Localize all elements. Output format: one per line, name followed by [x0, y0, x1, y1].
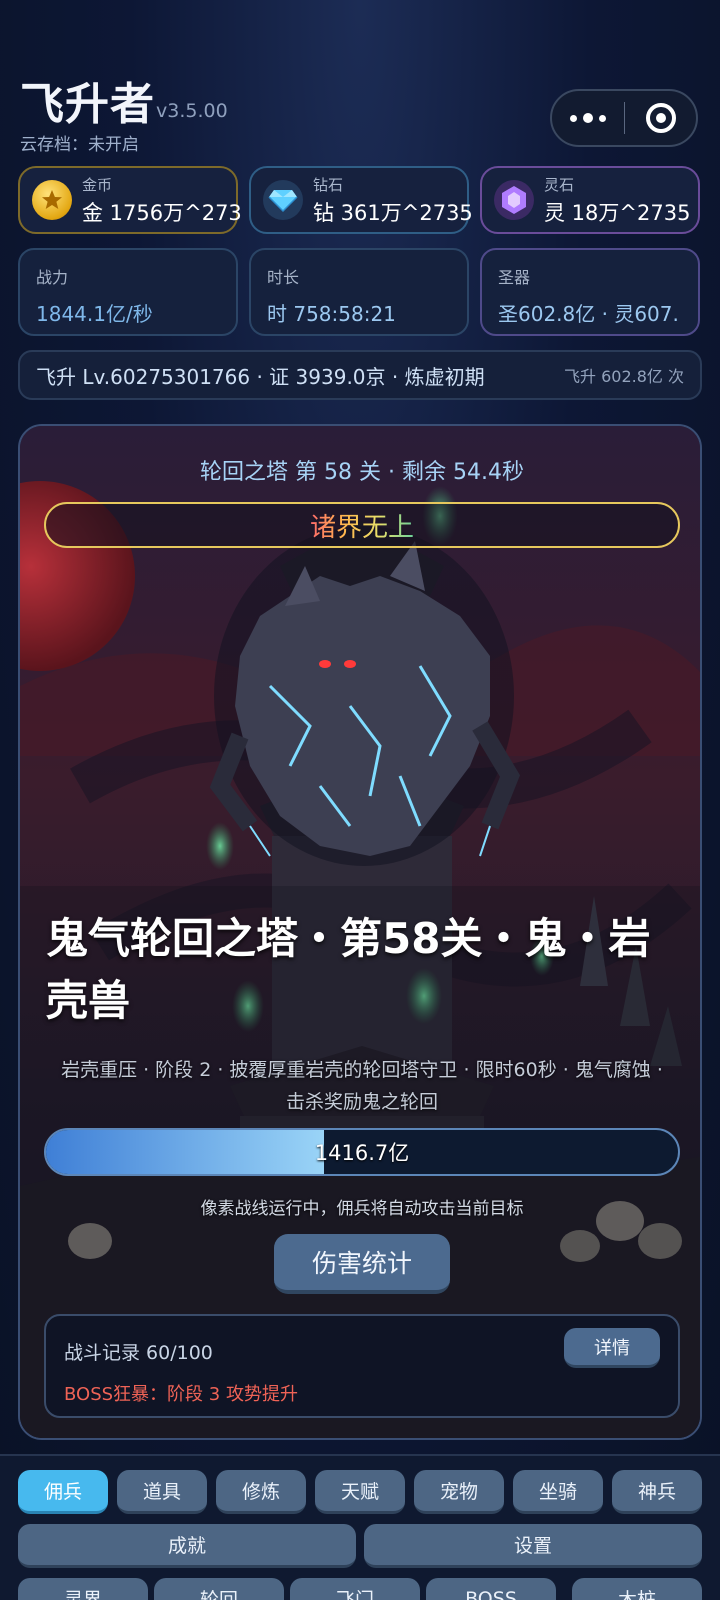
tab-mount[interactable]: 坐骑: [513, 1470, 603, 1514]
gold-card[interactable]: 金币 金 1756万^273: [18, 166, 242, 234]
tab-talent[interactable]: 天赋: [315, 1470, 405, 1514]
power-card: 战力 1844.1亿/秒: [18, 248, 238, 336]
ascension-bar: 飞升 Lv.60275301766 · 证 3939.0京 · 炼虚初期 飞升 …: [18, 350, 702, 400]
gold-coin-icon: [32, 180, 72, 220]
diamond-icon: [263, 180, 303, 220]
more-dot-icon: [599, 114, 606, 122]
miniprogram-capsule: [550, 89, 698, 147]
tab-items[interactable]: 道具: [117, 1470, 207, 1514]
battle-log-count: 战斗记录 60/100: [64, 1342, 213, 1364]
power-label: 战力: [36, 268, 69, 287]
app-title: 飞升者: [20, 79, 155, 130]
diamond-value: 钻 361万^2735: [313, 200, 473, 225]
spirit-stone-card[interactable]: 灵石 灵 18万^2735: [480, 166, 700, 234]
battle-hint: 像素战线运行中，佣兵将自动攻击当前目标: [200, 1199, 524, 1219]
duration-label: 时长: [267, 268, 300, 287]
artifact-card: 圣器 圣602.8亿 · 灵607.: [480, 248, 700, 336]
spirit-stone-label: 灵石: [544, 175, 575, 194]
duration-value: 时 758:58:21: [267, 302, 396, 326]
more-dot-icon: [570, 114, 577, 122]
battle-log-detail-button[interactable]: 详情: [564, 1328, 660, 1368]
tab-mercenary[interactable]: 佣兵: [18, 1470, 108, 1514]
spirit-stone-icon: [494, 180, 534, 220]
tab-settings[interactable]: 设置: [364, 1524, 702, 1568]
battle-log-warning: BOSS狂暴：阶段 3 攻势提升: [64, 1384, 298, 1405]
tab-boss[interactable]: BOSS: [426, 1578, 556, 1600]
tab-ascension-gate[interactable]: 飞门: [290, 1578, 420, 1600]
more-menu-button[interactable]: [552, 91, 624, 145]
ascension-level: 飞升 Lv.60275301766 · 证 3939.0京 · 炼虚初期: [36, 364, 485, 389]
more-dot-icon: [583, 113, 593, 123]
tab-cultivation[interactable]: 修炼: [216, 1470, 306, 1514]
tab-training-dummy[interactable]: 木桩: [572, 1578, 702, 1600]
rank-title-badge: 诸界无上: [44, 502, 680, 548]
target-circle-icon: [645, 103, 676, 133]
boss-name: 鬼气轮回之塔・第58关・鬼・岩壳兽: [46, 914, 651, 1025]
gold-value: 金 1756万^273: [82, 200, 242, 225]
boss-hp-text: 1416.7亿: [314, 1141, 410, 1165]
boss-description: 岩壳重压 · 阶段 2 · 披覆厚重岩壳的轮回塔守卫 · 限时60秒 · 鬼气腐…: [61, 1059, 663, 1113]
spirit-stone-value: 灵 18万^2735: [544, 200, 691, 225]
app-version: v3.5.00: [156, 100, 228, 122]
ascension-count: 飞升 602.8亿 次: [564, 367, 684, 386]
damage-stats-button[interactable]: 伤害统计: [274, 1234, 450, 1294]
battle-panel: 轮回之塔 第 58 关 · 剩余 54.4秒 诸界无上 鬼气轮回之塔・第58关・…: [18, 424, 702, 1440]
gold-label: 金币: [82, 175, 113, 194]
power-value: 1844.1亿/秒: [36, 302, 153, 326]
tab-reincarnation[interactable]: 轮回: [154, 1578, 284, 1600]
diamond-label: 钻石: [313, 175, 344, 194]
app-page: 飞升者 v3.5.00 云存档：未开启 金币 金 1756万^273 钻石 钻 …: [0, 0, 720, 1600]
tab-spirit-realm[interactable]: 灵界: [18, 1578, 148, 1600]
boss-hp-bar: 1416.7亿: [44, 1128, 680, 1176]
cloud-save-status: 云存档：未开启: [20, 135, 139, 155]
diamond-card[interactable]: 钻石 钻 361万^2735: [249, 166, 473, 234]
artifact-value: 圣602.8亿 · 灵607.: [498, 302, 679, 326]
tab-divine-weapon[interactable]: 神兵: [612, 1470, 702, 1514]
tab-achievement[interactable]: 成就: [18, 1524, 356, 1568]
tab-pet[interactable]: 宠物: [414, 1470, 504, 1514]
bottom-nav: 佣兵 道具 修炼 天赋 宠物 坐骑 神兵 成就 设置 灵界 轮回 飞门 BOSS…: [0, 1454, 720, 1600]
duration-card: 时长 时 758:58:21: [249, 248, 469, 336]
stage-title: 轮回之塔 第 58 关 · 剩余 54.4秒: [200, 460, 524, 485]
battle-log-panel: 战斗记录 60/100 BOSS狂暴：阶段 3 攻势提升 详情: [44, 1314, 680, 1418]
close-miniprogram-button[interactable]: [625, 91, 696, 145]
artifact-label: 圣器: [498, 268, 531, 287]
rank-title: 诸界无上: [310, 507, 414, 544]
